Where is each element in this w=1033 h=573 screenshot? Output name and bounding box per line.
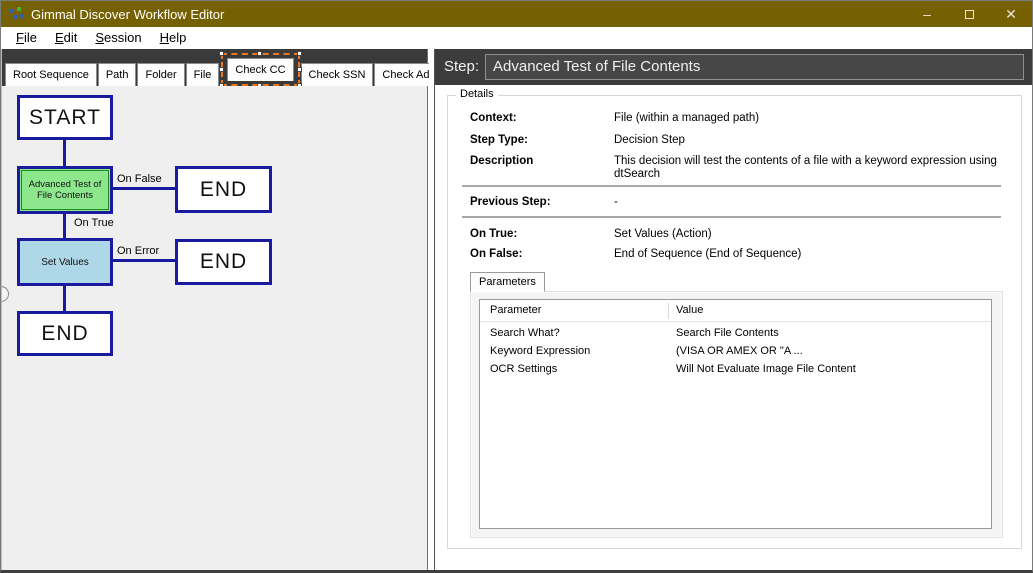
window-controls: – ✕ <box>906 1 1032 27</box>
cell-parameter: Search What? <box>490 327 560 339</box>
details-legend: Details <box>456 88 498 100</box>
column-divider[interactable] <box>668 303 669 319</box>
menu-edit[interactable]: Edit <box>46 28 86 47</box>
separator <box>462 216 1001 218</box>
previous-step-label: Previous Step: <box>470 196 551 208</box>
parameters-table-header: Parameter Value <box>480 300 991 322</box>
connector-decision-to-setvalues <box>63 213 66 239</box>
tabs-row: Root Sequence Path Folder File Check CC <box>5 53 465 86</box>
cell-value: Will Not Evaluate Image File Content <box>676 363 856 375</box>
description-value: This decision will test the contents of … <box>614 155 1024 181</box>
selection-handle[interactable] <box>257 51 262 56</box>
window-title: Gimmal Discover Workflow Editor <box>31 7 224 22</box>
context-label: Context: <box>470 112 517 124</box>
column-header-value[interactable]: Value <box>676 304 703 316</box>
app-window: Gimmal Discover Workflow Editor – ✕ File… <box>0 0 1033 573</box>
node-set-values[interactable]: Set Values <box>17 238 113 286</box>
connector-setvalues-to-end-error <box>113 259 175 262</box>
context-value: File (within a managed path) <box>614 112 1024 125</box>
table-row[interactable]: Keyword Expression (VISA OR AMEX OR "A .… <box>480 343 991 361</box>
menubar: File Edit Session Help <box>1 27 1032 49</box>
step-label: Step: <box>444 58 479 75</box>
cell-parameter: Keyword Expression <box>490 345 590 357</box>
step-title-field: Advanced Test of File Contents <box>485 54 1024 80</box>
tab-file[interactable]: File <box>186 63 220 86</box>
selection-handle[interactable] <box>297 67 302 72</box>
cell-value: Search File Contents <box>676 327 779 339</box>
node-advanced-test[interactable]: Advanced Test of File Contents <box>17 166 113 214</box>
parameters-tabpage: Parameter Value Search What? Search File… <box>470 291 1003 538</box>
step-type-label: Step Type: <box>470 134 528 146</box>
step-pane: Step: Advanced Test of File Contents Det… <box>434 49 1032 571</box>
menu-session[interactable]: Session <box>86 28 150 47</box>
on-false-value: End of Sequence (End of Sequence) <box>614 248 1024 261</box>
close-icon[interactable]: ✕ <box>990 1 1032 27</box>
node-advanced-test-label: Advanced Test of File Contents <box>21 170 109 210</box>
edge-label-on-error: On Error <box>117 245 159 257</box>
minimize-icon[interactable]: – <box>906 1 948 27</box>
step-body: Details Context: File (within a managed … <box>435 85 1032 571</box>
node-start[interactable]: START <box>17 95 113 140</box>
step-header: Step: Advanced Test of File Contents <box>435 49 1032 85</box>
column-header-parameter[interactable]: Parameter <box>490 304 541 316</box>
on-true-label: On True: <box>470 228 517 240</box>
cell-value: (VISA OR AMEX OR "A ... <box>676 345 803 357</box>
connector-setvalues-to-end <box>63 285 66 312</box>
cell-parameter: OCR Settings <box>490 363 557 375</box>
previous-step-value: - <box>614 196 1024 209</box>
connector-start-to-decision <box>63 139 66 167</box>
menu-help[interactable]: Help <box>151 28 196 47</box>
tab-check-ssn[interactable]: Check SSN <box>301 63 374 86</box>
workflow-tabstrip: Root Sequence Path Folder File Check CC <box>2 49 427 86</box>
details-groupbox: Details Context: File (within a managed … <box>447 95 1022 549</box>
selection-handle[interactable] <box>219 51 224 56</box>
tab-selection-outline: Check CC <box>221 53 299 86</box>
menu-file[interactable]: File <box>7 28 46 47</box>
workflow-canvas[interactable]: On False On True On Error START Advanced… <box>2 86 427 571</box>
app-icon <box>9 7 25 21</box>
main-content: Root Sequence Path Folder File Check CC <box>1 49 1032 571</box>
description-label: Description <box>470 155 533 167</box>
tab-root-sequence[interactable]: Root Sequence <box>5 63 97 86</box>
node-end-final[interactable]: END <box>17 311 113 356</box>
tab-check-cc[interactable]: Check CC <box>227 58 293 81</box>
maximize-icon[interactable] <box>948 1 990 27</box>
titlebar: Gimmal Discover Workflow Editor – ✕ <box>1 1 1032 27</box>
splitter-collapse-grip[interactable] <box>2 286 9 302</box>
tab-folder[interactable]: Folder <box>137 63 184 86</box>
edge-label-on-false: On False <box>117 173 162 185</box>
table-row[interactable]: OCR Settings Will Not Evaluate Image Fil… <box>480 361 991 379</box>
parameters-table: Parameter Value Search What? Search File… <box>479 299 992 529</box>
maximize-glyph <box>965 10 974 19</box>
node-end-on-error[interactable]: END <box>175 239 272 285</box>
on-false-label: On False: <box>470 248 522 260</box>
on-true-value: Set Values (Action) <box>614 228 1024 241</box>
table-row[interactable]: Search What? Search File Contents <box>480 325 991 343</box>
edge-label-on-true: On True <box>74 217 114 229</box>
selection-handle[interactable] <box>219 67 224 72</box>
separator <box>462 185 1001 187</box>
connector-decision-to-end-false <box>113 187 175 190</box>
tab-parameters[interactable]: Parameters <box>470 272 545 292</box>
node-end-on-false[interactable]: END <box>175 166 272 213</box>
workflow-pane: Root Sequence Path Folder File Check CC <box>1 49 428 571</box>
selection-handle[interactable] <box>297 51 302 56</box>
step-type-value: Decision Step <box>614 134 1024 147</box>
tab-path[interactable]: Path <box>98 63 137 86</box>
